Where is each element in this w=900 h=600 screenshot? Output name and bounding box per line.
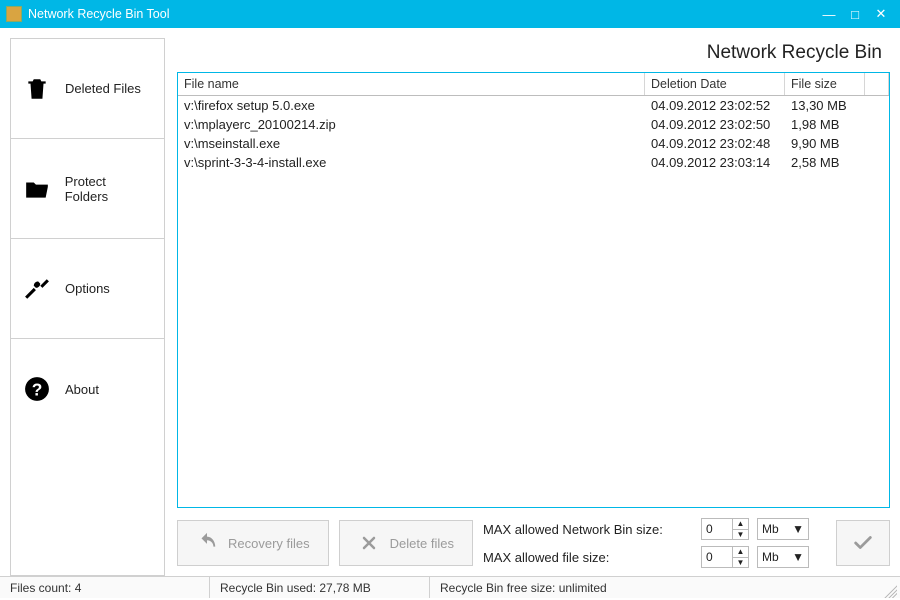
- sidebar-item-protect-folders[interactable]: Protect Folders: [11, 139, 164, 239]
- col-header-name[interactable]: File name: [178, 73, 645, 95]
- minimize-button[interactable]: —: [816, 7, 842, 22]
- status-free: Recycle Bin free size: unlimited: [430, 577, 881, 598]
- window-title: Network Recycle Bin Tool: [28, 7, 816, 21]
- bin-size-unit[interactable]: Mb▼: [757, 518, 809, 540]
- file-table[interactable]: File name Deletion Date File size v:\fir…: [177, 72, 890, 508]
- col-header-size[interactable]: File size: [785, 73, 865, 95]
- cell-size: 9,90 MB: [785, 135, 865, 152]
- file-size-value[interactable]: 0: [702, 547, 732, 567]
- cell-size: 2,58 MB: [785, 154, 865, 171]
- bin-size-value[interactable]: 0: [702, 519, 732, 539]
- svg-text:?: ?: [32, 380, 43, 400]
- resize-grip[interactable]: [881, 582, 897, 598]
- cell-size: 13,30 MB: [785, 97, 865, 114]
- delete-label: Delete files: [390, 536, 454, 551]
- check-icon: [852, 532, 874, 554]
- close-button[interactable]: ✕: [868, 6, 894, 22]
- recovery-label: Recovery files: [228, 536, 310, 551]
- cell-date: 04.09.2012 23:02:50: [645, 116, 785, 133]
- apply-button[interactable]: [836, 520, 890, 566]
- col-header-extra: [865, 73, 889, 95]
- status-bar: Files count: 4 Recycle Bin used: 27,78 M…: [0, 576, 900, 598]
- recovery-button[interactable]: Recovery files: [177, 520, 329, 566]
- bottom-bar: Recovery files Delete files MAX allowed …: [177, 508, 890, 576]
- workarea: Deleted Files Protect Folders Options ? …: [0, 28, 900, 576]
- folder-open-icon: [23, 175, 51, 203]
- col-header-date[interactable]: Deletion Date: [645, 73, 785, 95]
- spin-down-icon[interactable]: ▼: [733, 530, 748, 540]
- sidebar-item-label: Options: [65, 281, 110, 296]
- table-row[interactable]: v:\firefox setup 5.0.exe04.09.2012 23:02…: [178, 96, 889, 115]
- titlebar[interactable]: Network Recycle Bin Tool — □ ✕: [0, 0, 900, 28]
- sidebar-item-options[interactable]: Options: [11, 239, 164, 339]
- cell-name: v:\sprint-3-3-4-install.exe: [178, 154, 645, 171]
- page-title: Network Recycle Bin: [177, 38, 890, 72]
- maximize-button[interactable]: □: [842, 7, 868, 22]
- bin-size-spinner[interactable]: 0 ▲▼: [701, 518, 749, 540]
- cell-size: 1,98 MB: [785, 116, 865, 133]
- x-icon: [358, 532, 380, 554]
- spin-up-icon[interactable]: ▲: [733, 547, 748, 558]
- help-icon: ?: [23, 375, 51, 403]
- bin-size-label: MAX allowed Network Bin size:: [483, 522, 693, 537]
- undo-icon: [196, 532, 218, 554]
- table-row[interactable]: v:\mseinstall.exe04.09.2012 23:02:489,90…: [178, 134, 889, 153]
- cell-name: v:\firefox setup 5.0.exe: [178, 97, 645, 114]
- file-size-label: MAX allowed file size:: [483, 550, 693, 565]
- cell-date: 04.09.2012 23:02:52: [645, 97, 785, 114]
- sidebar-item-deleted-files[interactable]: Deleted Files: [11, 39, 164, 139]
- table-row[interactable]: v:\mplayerc_20100214.zip04.09.2012 23:02…: [178, 115, 889, 134]
- spin-up-icon[interactable]: ▲: [733, 519, 748, 530]
- chevron-down-icon: ▼: [792, 550, 804, 564]
- sidebar: Deleted Files Protect Folders Options ? …: [10, 38, 165, 576]
- trash-icon: [23, 75, 51, 103]
- status-used: Recycle Bin used: 27,78 MB: [210, 577, 430, 598]
- cell-name: v:\mplayerc_20100214.zip: [178, 116, 645, 133]
- chevron-down-icon: ▼: [792, 522, 804, 536]
- spin-down-icon[interactable]: ▼: [733, 558, 748, 568]
- table-body: v:\firefox setup 5.0.exe04.09.2012 23:02…: [178, 96, 889, 507]
- table-header: File name Deletion Date File size: [178, 73, 889, 96]
- sidebar-item-label: Deleted Files: [65, 81, 141, 96]
- sidebar-item-label: About: [65, 382, 99, 397]
- file-size-unit[interactable]: Mb▼: [757, 546, 809, 568]
- table-row[interactable]: v:\sprint-3-3-4-install.exe04.09.2012 23…: [178, 153, 889, 172]
- cell-date: 04.09.2012 23:02:48: [645, 135, 785, 152]
- cell-date: 04.09.2012 23:03:14: [645, 154, 785, 171]
- cell-name: v:\mseinstall.exe: [178, 135, 645, 152]
- sidebar-item-label: Protect Folders: [65, 174, 152, 204]
- file-size-spinner[interactable]: 0 ▲▼: [701, 546, 749, 568]
- sidebar-item-about[interactable]: ? About: [11, 339, 164, 439]
- main-pane: Network Recycle Bin File name Deletion D…: [177, 38, 890, 576]
- size-limits: MAX allowed Network Bin size: 0 ▲▼ Mb▼ M…: [483, 518, 826, 568]
- tools-icon: [23, 275, 51, 303]
- delete-button[interactable]: Delete files: [339, 520, 473, 566]
- app-icon: [6, 6, 22, 22]
- status-count: Files count: 4: [0, 577, 210, 598]
